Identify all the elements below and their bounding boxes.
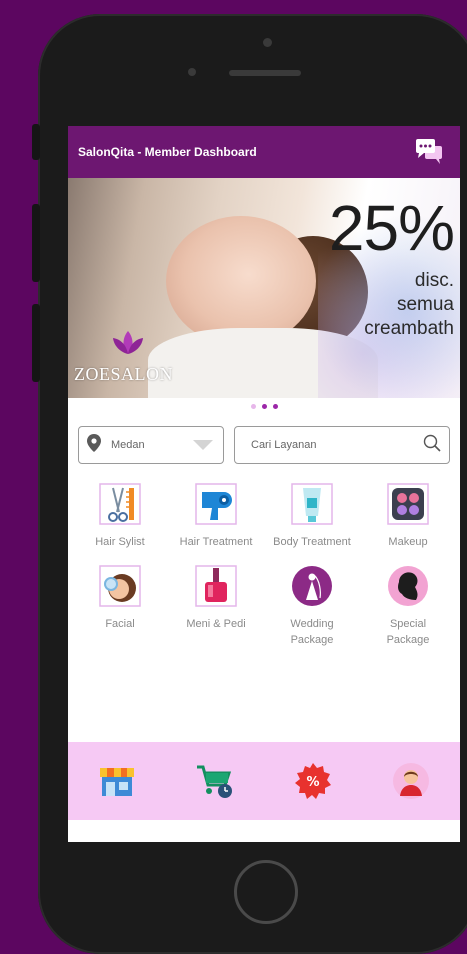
user-avatar-icon[interactable] bbox=[386, 756, 436, 806]
app-bar: SalonQita - Member Dashboard bbox=[68, 126, 460, 178]
location-dropdown[interactable]: Medan bbox=[78, 426, 224, 464]
discount-badge-icon[interactable]: % bbox=[288, 756, 338, 806]
banner-model-face bbox=[166, 216, 316, 346]
category-wedding-package[interactable]: Wedding Package bbox=[264, 564, 360, 648]
search-input[interactable]: Cari Layanan bbox=[234, 426, 450, 464]
bride-icon bbox=[290, 564, 334, 608]
search-placeholder: Cari Layanan bbox=[251, 439, 317, 451]
category-label: Hair Treatment bbox=[179, 536, 253, 548]
category-hair-stylist[interactable]: Hair Sylist bbox=[72, 482, 168, 550]
cart-clock-icon[interactable] bbox=[190, 756, 240, 806]
proximity-sensor bbox=[188, 68, 196, 76]
facial-icon bbox=[98, 564, 142, 608]
location-pin-icon bbox=[87, 433, 101, 457]
nail-polish-icon bbox=[194, 564, 238, 608]
lotus-logo-icon bbox=[108, 328, 148, 358]
store-icon[interactable] bbox=[92, 756, 142, 806]
search-icon[interactable] bbox=[423, 434, 441, 457]
svg-text:%: % bbox=[306, 775, 319, 790]
promo-banner[interactable]: 25% disc. semua creambath ZOESALON bbox=[68, 178, 460, 398]
category-facial[interactable]: Facial bbox=[72, 564, 168, 648]
mute-switch bbox=[32, 124, 40, 160]
carousel-dot[interactable] bbox=[272, 404, 278, 409]
discount-amount: 25% bbox=[328, 192, 455, 264]
category-grid: Hair Sylist Hair Treatment Body Treatmen… bbox=[68, 464, 460, 648]
category-mani-pedi[interactable]: Meni & Pedi bbox=[168, 564, 264, 648]
category-label: Facial bbox=[105, 618, 135, 630]
makeup-palette-icon bbox=[386, 482, 430, 526]
category-label: Meni & Pedi bbox=[186, 618, 246, 630]
carousel-dot-active[interactable] bbox=[261, 404, 267, 409]
volume-up-button bbox=[32, 204, 40, 282]
promo-line-1: disc. bbox=[414, 270, 454, 291]
category-makeup[interactable]: Makeup bbox=[360, 482, 456, 550]
chat-bubbles-icon[interactable] bbox=[414, 137, 444, 167]
bottom-nav: % bbox=[68, 742, 460, 820]
scissors-comb-icon bbox=[98, 482, 142, 526]
category-body-treatment[interactable]: Body Treatment bbox=[264, 482, 360, 550]
app-screen: SalonQita - Member Dashboard 25% disc. s… bbox=[68, 126, 460, 842]
category-label: Wedding Package bbox=[290, 618, 334, 646]
earpiece-speaker bbox=[229, 70, 301, 76]
hair-dryer-icon bbox=[194, 482, 238, 526]
category-label: Body Treatment bbox=[273, 536, 351, 548]
category-label: Makeup bbox=[388, 536, 428, 548]
category-label: Special Package bbox=[386, 618, 430, 646]
promo-line-2: semua bbox=[396, 294, 454, 315]
chevron-down-icon bbox=[193, 440, 213, 450]
location-value: Medan bbox=[111, 439, 145, 451]
category-hair-treatment[interactable]: Hair Treatment bbox=[168, 482, 264, 550]
category-label: Hair Sylist bbox=[95, 536, 145, 548]
carousel-indicator bbox=[68, 398, 460, 414]
app-title: SalonQita - Member Dashboard bbox=[78, 145, 257, 159]
woman-silhouette-icon bbox=[386, 564, 430, 608]
carousel-dot[interactable] bbox=[250, 404, 256, 409]
front-camera bbox=[263, 38, 272, 47]
promo-line-3: creambath bbox=[364, 318, 454, 339]
brand-logo-text: ZOESALON bbox=[74, 364, 173, 384]
lotion-tube-icon bbox=[290, 482, 334, 526]
home-button[interactable] bbox=[234, 860, 298, 924]
category-special-package[interactable]: Special Package bbox=[360, 564, 456, 648]
volume-down-button bbox=[32, 304, 40, 382]
search-row: Medan Cari Layanan bbox=[68, 414, 460, 464]
